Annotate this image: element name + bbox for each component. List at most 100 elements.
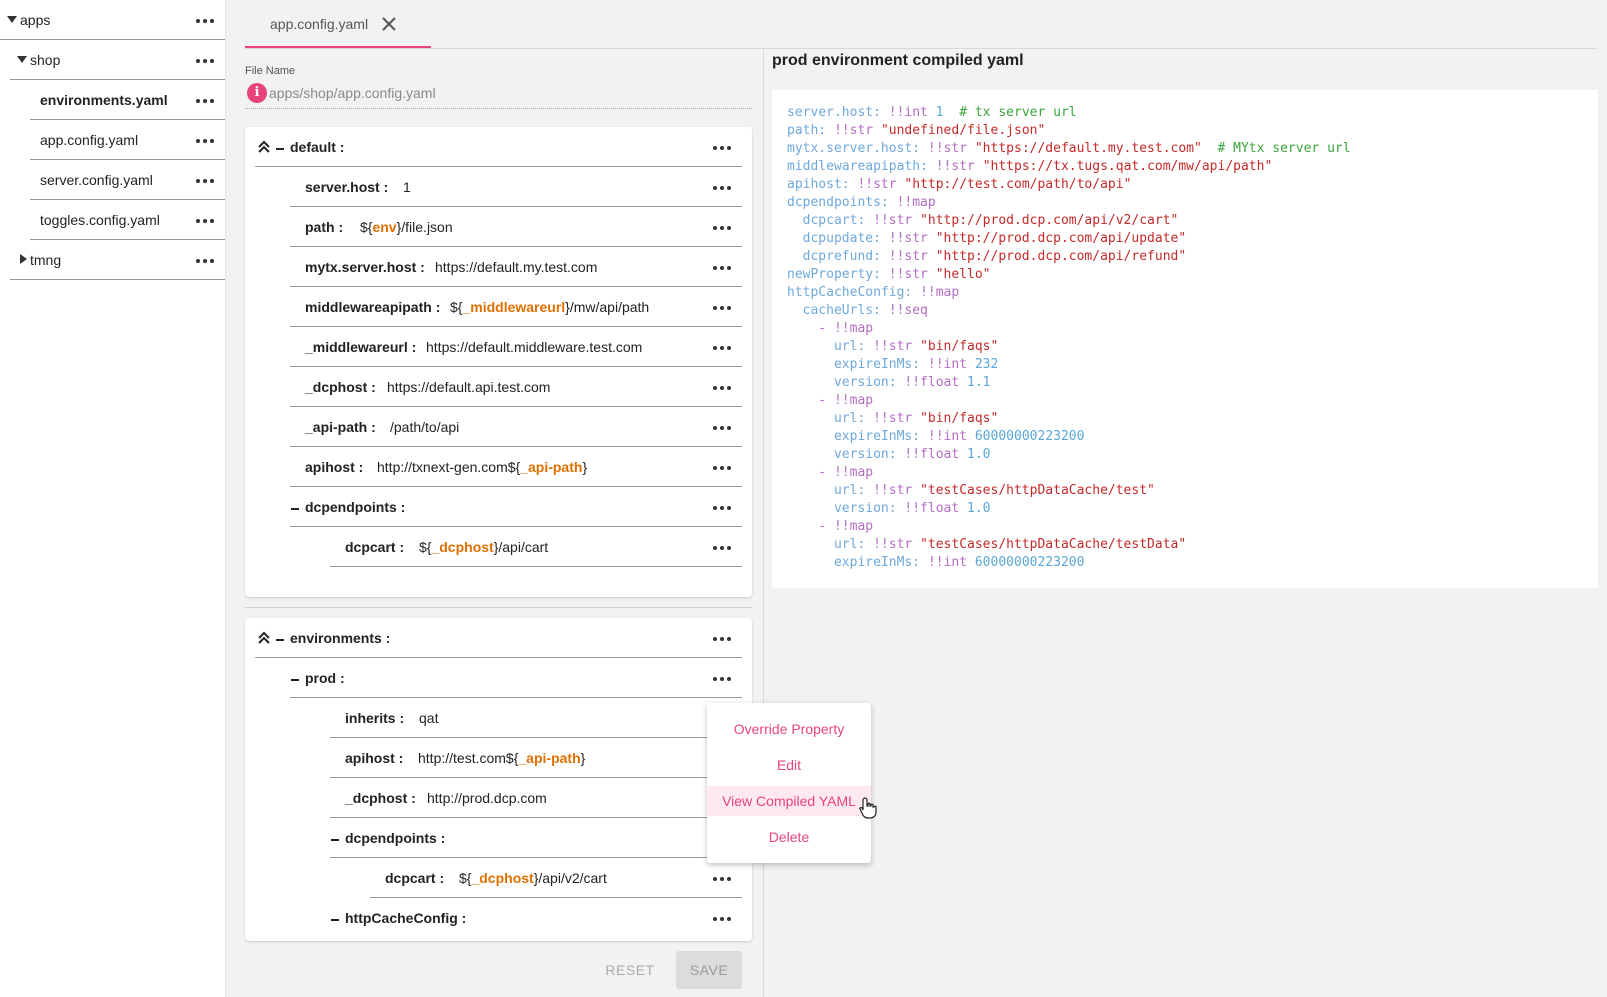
tree-item-server-config-yaml[interactable]: server.config.yaml xyxy=(30,160,225,200)
environments-section-header[interactable]: environments : xyxy=(255,618,742,658)
menu-item-view-compiled-yaml[interactable]: View Compiled YAML xyxy=(707,786,871,816)
more-options-icon[interactable] xyxy=(711,670,733,686)
minus-icon[interactable] xyxy=(276,148,284,150)
more-options-icon[interactable] xyxy=(194,172,216,188)
tree-item-label: tmng xyxy=(30,252,62,268)
tree-item-shop[interactable]: shop xyxy=(10,40,225,80)
more-options-icon[interactable] xyxy=(711,139,733,155)
property-group-row[interactable]: httpCacheConfig : xyxy=(330,898,742,938)
property-row[interactable]: path : ${env}/file.json xyxy=(290,207,742,247)
property-group-row[interactable]: dcpendpoints : xyxy=(330,818,742,858)
tab-app-config-yaml[interactable]: app.config.yaml xyxy=(245,0,431,48)
code-token: "http://test.com/path/to/api" xyxy=(904,177,1132,192)
property-key: apihost : xyxy=(345,750,404,766)
collapse-double-chevron-icon[interactable] xyxy=(257,139,271,155)
code-line: version: !!float 1.0 xyxy=(787,446,1351,464)
info-icon[interactable]: i xyxy=(247,83,267,103)
menu-item-delete[interactable]: Delete xyxy=(707,822,871,852)
property-row[interactable]: _dcphost : http://prod.dcp.com xyxy=(330,778,742,818)
reset-button[interactable]: RESET xyxy=(594,951,666,989)
minus-icon[interactable] xyxy=(276,639,284,641)
more-options-icon[interactable] xyxy=(711,379,733,395)
more-options-icon[interactable] xyxy=(711,219,733,235)
more-options-icon[interactable] xyxy=(711,910,733,926)
property-row[interactable]: _api-path : /path/to/api xyxy=(290,407,742,447)
more-options-icon[interactable] xyxy=(711,870,733,886)
menu-item-edit[interactable]: Edit xyxy=(707,750,871,780)
more-options-icon[interactable] xyxy=(711,339,733,355)
property-group-row[interactable]: dcpendpoints : xyxy=(290,487,742,527)
code-token: url: xyxy=(787,339,874,354)
more-options-icon[interactable] xyxy=(194,252,216,268)
tree-item-environments-yaml[interactable]: environments.yaml xyxy=(30,80,225,120)
property-row[interactable]: apihost : http://txnext-gen.com${_api-pa… xyxy=(290,447,742,487)
property-value: http://prod.dcp.com xyxy=(427,790,547,806)
more-options-icon[interactable] xyxy=(711,499,733,515)
more-options-icon[interactable] xyxy=(711,419,733,435)
property-key: _dcphost : xyxy=(345,790,416,806)
code-token: 232 xyxy=(974,357,999,372)
property-row[interactable]: _middlewareurl : https://default.middlew… xyxy=(290,327,742,367)
reference-token: _api-path xyxy=(518,750,581,766)
code-token: "http://prod.dcp.com/api/v2/cart" xyxy=(920,213,1179,228)
code-token: # tx server url xyxy=(943,105,1077,120)
value-text: ${ xyxy=(419,539,432,555)
environment-prod-row[interactable]: prod : xyxy=(290,658,742,698)
more-options-icon[interactable] xyxy=(711,539,733,555)
more-options-icon[interactable] xyxy=(194,212,216,228)
tree-item-app-config-yaml[interactable]: app.config.yaml xyxy=(30,120,225,160)
more-options-icon[interactable] xyxy=(711,259,733,275)
property-row[interactable]: apihost : http://test.com${_api-path} xyxy=(330,738,742,778)
tree-item-label: server.config.yaml xyxy=(40,172,153,188)
value-text: ${ xyxy=(450,299,463,315)
more-options-icon[interactable] xyxy=(194,12,216,28)
property-row[interactable]: middlewareapipath : ${_middlewareurl}/mw… xyxy=(290,287,742,327)
default-section-header[interactable]: default : xyxy=(255,127,742,167)
property-row[interactable]: mytx.server.host : https://default.my.te… xyxy=(290,247,742,287)
code-token: "hello" xyxy=(935,267,991,282)
code-line: path: !!str "undefined/file.json" xyxy=(787,122,1351,140)
code-token: !!str xyxy=(888,267,936,282)
caret-right-icon[interactable] xyxy=(20,254,27,264)
code-token: !!float xyxy=(904,447,968,462)
save-button[interactable]: SAVE xyxy=(676,951,742,989)
property-row[interactable]: server.host : 1 xyxy=(290,167,742,207)
minus-icon[interactable] xyxy=(331,919,339,921)
more-options-icon[interactable] xyxy=(711,630,733,646)
code-line: - !!map xyxy=(787,392,1351,410)
code-token: !!str xyxy=(927,141,975,156)
menu-item-override-property[interactable]: Override Property xyxy=(707,714,871,744)
tree-item-label: toggles.config.yaml xyxy=(40,212,160,228)
minus-icon[interactable] xyxy=(291,679,299,681)
property-row[interactable]: inherits : qat xyxy=(330,698,742,738)
close-icon[interactable] xyxy=(380,15,398,33)
property-key: dcpcart : xyxy=(385,870,445,886)
more-options-icon[interactable] xyxy=(194,52,216,68)
property-row[interactable]: _dcphost : https://default.api.test.com xyxy=(290,367,742,407)
collapse-double-chevron-icon[interactable] xyxy=(257,630,271,646)
caret-down-icon[interactable] xyxy=(17,56,27,63)
more-options-icon[interactable] xyxy=(194,92,216,108)
minus-icon[interactable] xyxy=(331,839,339,841)
more-options-icon[interactable] xyxy=(711,459,733,475)
code-token: !!str xyxy=(888,231,936,246)
file-name-field: i apps/shop/app.config.yaml xyxy=(245,80,752,109)
tree-item-toggles-config-yaml[interactable]: toggles.config.yaml xyxy=(30,200,225,240)
tree-item-tmng[interactable]: tmng xyxy=(10,240,225,280)
property-row[interactable]: dcpcart : ${_dcphost}/api/v2/cart xyxy=(370,858,742,898)
caret-down-icon[interactable] xyxy=(7,16,17,23)
minus-icon[interactable] xyxy=(291,508,299,510)
tree-item-apps[interactable]: apps xyxy=(0,0,225,40)
code-token: !!seq xyxy=(888,303,928,318)
file-name-caption: File Name xyxy=(245,65,296,77)
more-options-icon[interactable] xyxy=(711,179,733,195)
code-token: version: xyxy=(787,501,905,516)
code-token: !!str xyxy=(873,483,921,498)
more-options-icon[interactable] xyxy=(711,299,733,315)
file-tree-sidebar: apps shop environments.yaml app.config.y… xyxy=(0,0,226,997)
code-line: version: !!float 1.1 xyxy=(787,374,1351,392)
more-options-icon[interactable] xyxy=(194,132,216,148)
property-value: https://default.middleware.test.com xyxy=(426,339,643,355)
property-row[interactable]: dcpcart : ${_dcphost}/api/cart xyxy=(330,527,742,567)
code-line: server.host: !!int 1 # tx server url xyxy=(787,104,1351,122)
